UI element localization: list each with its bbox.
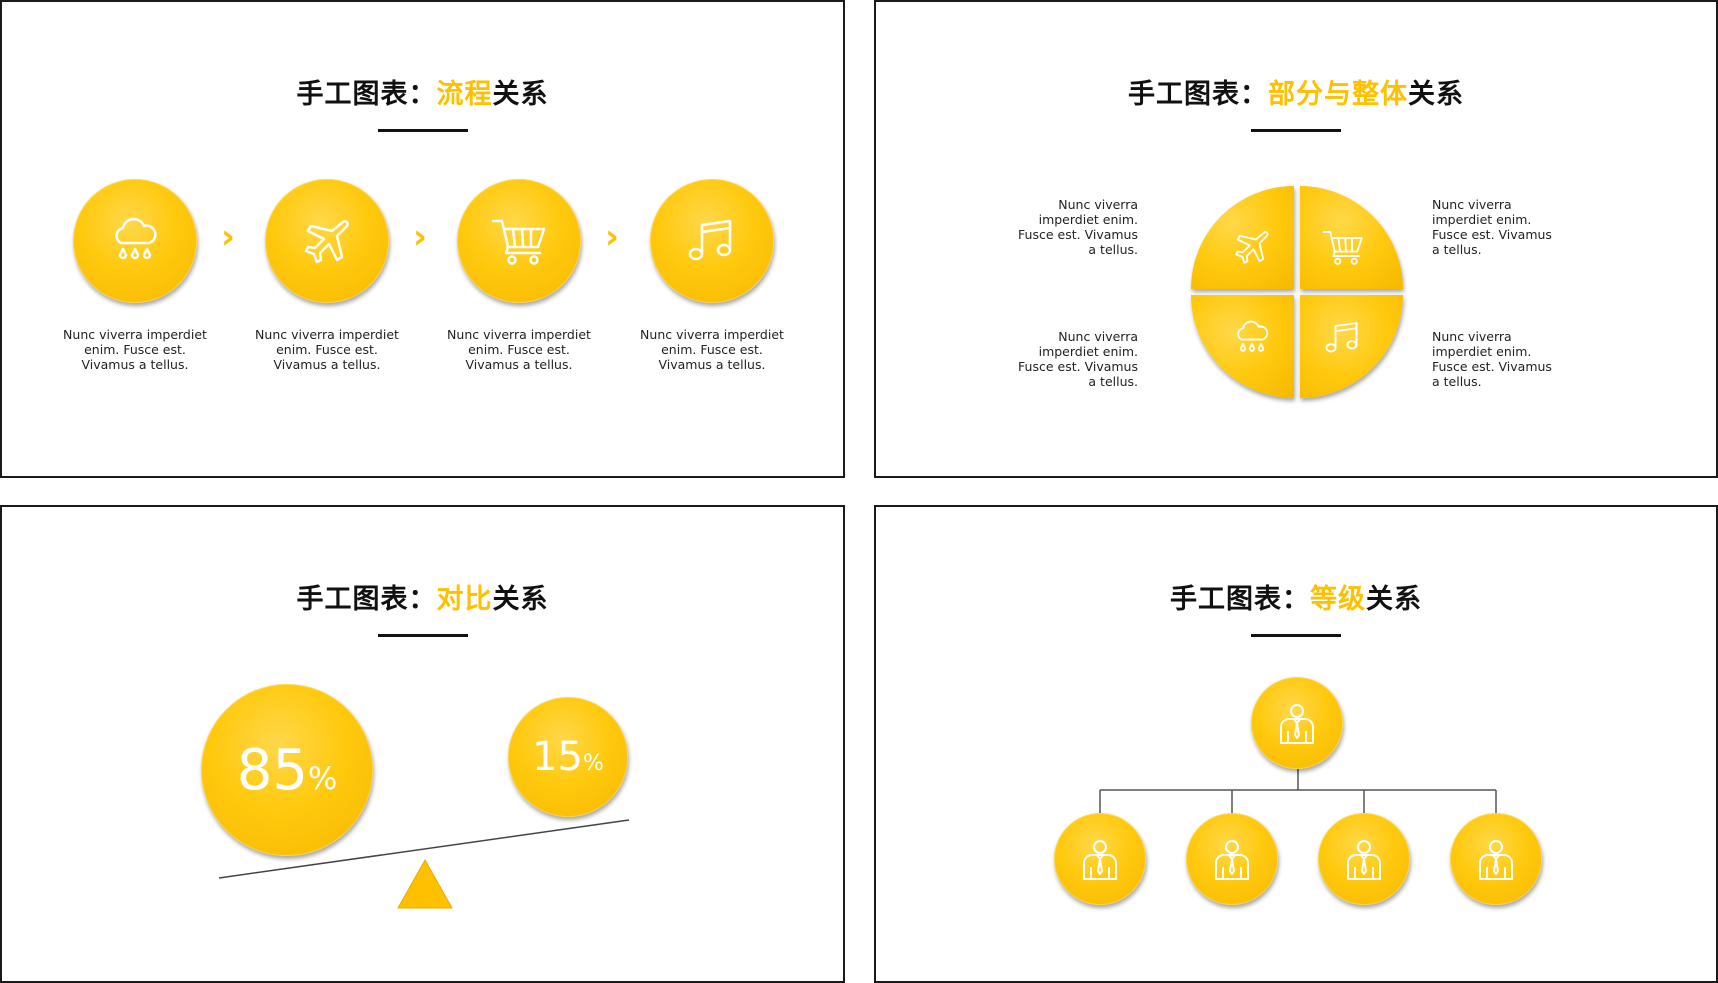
step-circle-4: [650, 179, 774, 303]
org-node-3: [1318, 813, 1410, 905]
caption-top-left: Nunc viverra imperdiet enim. Fusce est. …: [1018, 197, 1138, 257]
quadrant-bottom-right: [1300, 295, 1403, 398]
org-node-1: [1054, 813, 1146, 905]
caption-top-right: Nunc viverra imperdiet enim. Fusce est. …: [1432, 197, 1552, 257]
title-highlight: 流程: [436, 79, 493, 110]
step-desc-3: Nunc viverra imperdiet enim. Fusce est. …: [447, 327, 591, 372]
quadrant-bottom-left: [1191, 295, 1294, 398]
cloud-rain-icon: [1236, 320, 1268, 352]
slide-part-whole: 手工图表：部分与整体关系 Nunc viverra imperdiet enim…: [874, 0, 1718, 478]
slide-process: 手工图表：流程关系 › › › Nunc viverra imperdiet e…: [0, 0, 845, 478]
slide-hierarchy: 手工图表：等级关系: [874, 505, 1718, 983]
quadrant-top-right: [1300, 186, 1403, 289]
step-desc-4: Nunc viverra imperdiet enim. Fusce est. …: [640, 327, 784, 372]
title-underline: [377, 129, 468, 132]
step-circle-1: [73, 179, 197, 303]
arrow-1: ›: [221, 217, 236, 257]
caption-bottom-left: Nunc viverra imperdiet enim. Fusce est. …: [1018, 329, 1138, 389]
shopping-cart-icon: [1322, 230, 1363, 265]
org-node-top: [1251, 677, 1343, 769]
person-icon: [1215, 840, 1249, 880]
airplane-icon: [1234, 230, 1268, 264]
arrow-2: ›: [413, 217, 428, 257]
title-suffix: 关系: [1408, 79, 1464, 110]
step-desc-1: Nunc viverra imperdiet enim. Fusce est. …: [63, 327, 207, 372]
caption-bottom-right: Nunc viverra imperdiet enim. Fusce est. …: [1432, 329, 1552, 389]
shopping-cart-icon: [491, 219, 546, 265]
title-prefix: 手工图表：: [1128, 79, 1268, 110]
seesaw-fulcrum: [397, 858, 453, 909]
arrow-3: ›: [605, 217, 620, 257]
person-icon: [1347, 840, 1381, 880]
seesaw: [218, 819, 630, 909]
org-node-2: [1186, 813, 1278, 905]
slide-title: 手工图表：部分与整体关系: [876, 72, 1716, 111]
org-node-4: [1450, 813, 1542, 905]
airplane-icon: [304, 220, 349, 264]
step-circle-2: [265, 179, 389, 303]
step-circle-3: [457, 179, 581, 303]
step-desc-2: Nunc viverra imperdiet enim. Fusce est. …: [255, 327, 399, 372]
cloud-rain-icon: [115, 217, 157, 260]
person-icon: [1083, 840, 1117, 880]
person-icon: [1479, 840, 1513, 880]
title-underline: [1251, 129, 1341, 132]
music-note-icon: [688, 219, 732, 261]
person-icon: [1280, 704, 1314, 744]
title-prefix: 手工图表：: [296, 79, 437, 110]
title-highlight: 部分与整体: [1268, 79, 1408, 110]
music-note-icon: [1325, 321, 1357, 352]
quadrant-top-left: [1191, 186, 1294, 289]
slide-comparison: 手工图表：对比关系 85% 15%: [0, 505, 845, 983]
slide-title: 手工图表：流程关系: [2, 72, 843, 111]
title-suffix: 关系: [492, 79, 549, 110]
